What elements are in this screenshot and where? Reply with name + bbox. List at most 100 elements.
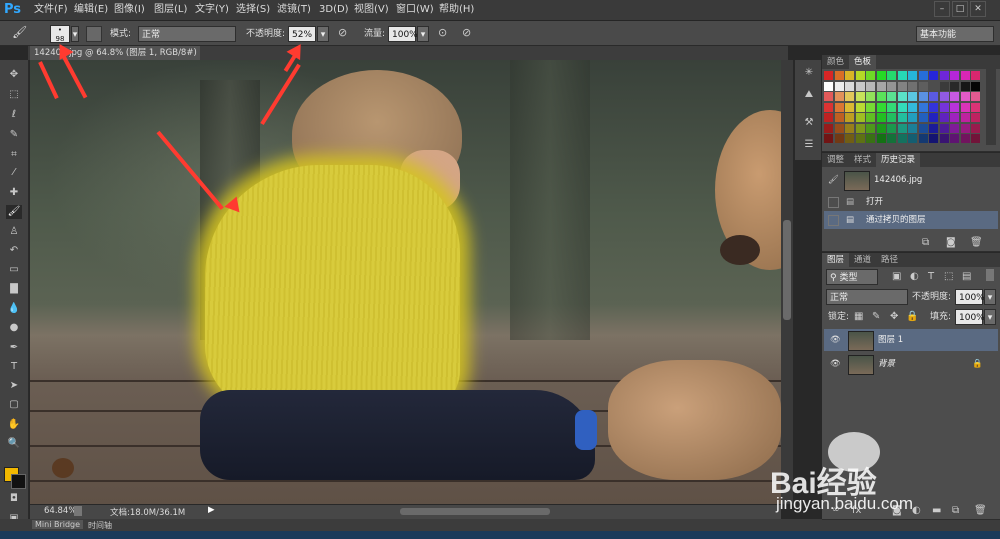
color-swatch[interactable] — [887, 71, 896, 80]
color-swatch[interactable] — [918, 123, 928, 133]
color-swatch[interactable] — [971, 123, 980, 133]
menu-type[interactable]: 文字(Y) — [195, 0, 229, 20]
color-swatch[interactable] — [897, 113, 907, 122]
color-swatch[interactable] — [897, 123, 907, 133]
filter-toggle[interactable] — [986, 269, 994, 281]
fill-input[interactable]: 100% — [955, 309, 985, 325]
color-swatch[interactable] — [950, 92, 959, 101]
color-swatch[interactable] — [960, 123, 970, 133]
color-swatch[interactable] — [866, 81, 875, 91]
history-state-checkbox[interactable] — [828, 215, 839, 226]
history-brush-tool-icon[interactable]: ↶ — [6, 244, 22, 258]
visibility-eye-icon[interactable]: 👁 — [830, 353, 841, 375]
document-canvas[interactable] — [30, 60, 781, 504]
tab-adjustments[interactable]: 调整 — [822, 153, 849, 167]
tab-channels[interactable]: 通道 — [849, 253, 876, 267]
filter-pixel-icon[interactable]: ▣ — [892, 271, 901, 282]
pen-tool-icon[interactable]: ✒ — [6, 341, 22, 355]
color-swatch[interactable] — [887, 113, 896, 122]
move-tool-icon[interactable]: ✥ — [6, 68, 22, 82]
dodge-tool-icon[interactable]: ● — [6, 321, 22, 335]
color-swatch[interactable] — [908, 134, 917, 143]
color-swatch[interactable] — [960, 71, 970, 80]
color-swatch[interactable] — [866, 123, 875, 133]
color-swatch[interactable] — [866, 102, 875, 112]
layer-name[interactable]: 图层 1 — [878, 329, 903, 351]
color-swatch[interactable] — [960, 81, 970, 91]
color-swatch[interactable] — [950, 123, 959, 133]
history-snapshot[interactable]: 🖌 142406.jpg — [824, 169, 998, 191]
status-arrow-icon[interactable]: ▶ — [208, 505, 215, 515]
menu-file[interactable]: 文件(F) — [34, 0, 68, 20]
color-swatch[interactable] — [887, 81, 896, 91]
color-swatch[interactable] — [876, 92, 886, 101]
color-swatch[interactable] — [908, 92, 917, 101]
color-swatch[interactable] — [897, 134, 907, 143]
history-state-checkbox[interactable] — [828, 197, 839, 208]
color-swatch[interactable] — [950, 134, 959, 143]
properties-icon[interactable]: ☰ — [801, 138, 817, 152]
menu-layer[interactable]: 图层(L) — [154, 0, 187, 20]
color-swatch[interactable] — [845, 92, 854, 101]
color-swatch[interactable] — [834, 102, 844, 112]
zoom-level[interactable]: 64.84% — [44, 506, 76, 516]
color-swatch[interactable] — [855, 81, 865, 91]
color-swatch[interactable] — [897, 81, 907, 91]
menu-window[interactable]: 窗口(W) — [396, 0, 434, 20]
color-swatch[interactable] — [824, 123, 833, 133]
color-swatch[interactable] — [908, 123, 917, 133]
adjustment-layer-icon[interactable]: ◐ — [912, 505, 921, 516]
color-swatch[interactable] — [866, 71, 875, 80]
color-swatch[interactable] — [897, 102, 907, 112]
filter-adjustment-icon[interactable]: ◐ — [910, 271, 919, 282]
color-swatch[interactable] — [887, 123, 896, 133]
color-swatch[interactable] — [908, 71, 917, 80]
color-swatch[interactable] — [866, 92, 875, 101]
status-menu-icon[interactable] — [74, 506, 82, 516]
color-swatch[interactable] — [918, 102, 928, 112]
filter-shape-icon[interactable]: ⬚ — [944, 271, 953, 282]
tab-swatches[interactable]: 色板 — [849, 55, 877, 69]
brush-presets-icon[interactable]: ✳ — [801, 66, 817, 80]
opacity-dropdown-icon[interactable]: ▾ — [317, 26, 329, 42]
new-group-icon[interactable]: ▬ — [932, 505, 941, 516]
tab-mini-bridge[interactable]: Mini Bridge — [32, 520, 84, 529]
color-swatch[interactable] — [845, 81, 854, 91]
close-button[interactable]: ✕ — [970, 1, 986, 17]
color-swatch[interactable] — [834, 113, 844, 122]
color-swatch[interactable] — [918, 92, 928, 101]
layer-row-selected[interactable]: 👁 图层 1 — [824, 329, 998, 351]
color-swatch[interactable] — [887, 134, 896, 143]
color-swatch[interactable] — [824, 71, 833, 80]
swatches-scrollbar[interactable] — [986, 69, 996, 145]
color-swatch[interactable] — [960, 102, 970, 112]
blur-tool-icon[interactable]: 💧 — [6, 302, 22, 316]
swatch-grid[interactable] — [824, 69, 984, 145]
tab-history[interactable]: 历史记录 — [876, 153, 921, 167]
color-swatch[interactable] — [939, 102, 949, 112]
tab-color[interactable]: 颜色 — [822, 55, 849, 69]
horizontal-scroll-thumb[interactable] — [400, 508, 550, 515]
color-swatch[interactable] — [939, 134, 949, 143]
fill-dropdown-icon[interactable]: ▾ — [984, 309, 996, 325]
filter-smart-object-icon[interactable]: ▤ — [962, 271, 971, 282]
color-swatch[interactable] — [939, 123, 949, 133]
color-swatch[interactable] — [887, 92, 896, 101]
color-swatch[interactable] — [887, 102, 896, 112]
color-swatch[interactable] — [950, 81, 959, 91]
color-swatch[interactable] — [929, 113, 938, 122]
airbrush-icon[interactable]: ⊙ — [438, 26, 452, 40]
blend-mode-select[interactable]: 正常 — [826, 289, 908, 305]
color-swatch[interactable] — [855, 92, 865, 101]
color-swatch[interactable] — [834, 123, 844, 133]
brush-picker-arrow-icon[interactable]: ▾ — [71, 26, 79, 42]
color-swatch[interactable] — [845, 123, 854, 133]
color-swatch[interactable] — [929, 71, 938, 80]
color-swatch[interactable] — [876, 134, 886, 143]
color-swatch[interactable] — [918, 113, 928, 122]
pressure-size-icon[interactable]: ⊘ — [462, 26, 476, 40]
color-swatch[interactable] — [876, 102, 886, 112]
layer-opacity-dropdown-icon[interactable]: ▾ — [984, 289, 996, 305]
color-swatch[interactable] — [845, 102, 854, 112]
menu-image[interactable]: 图像(I) — [114, 0, 145, 20]
